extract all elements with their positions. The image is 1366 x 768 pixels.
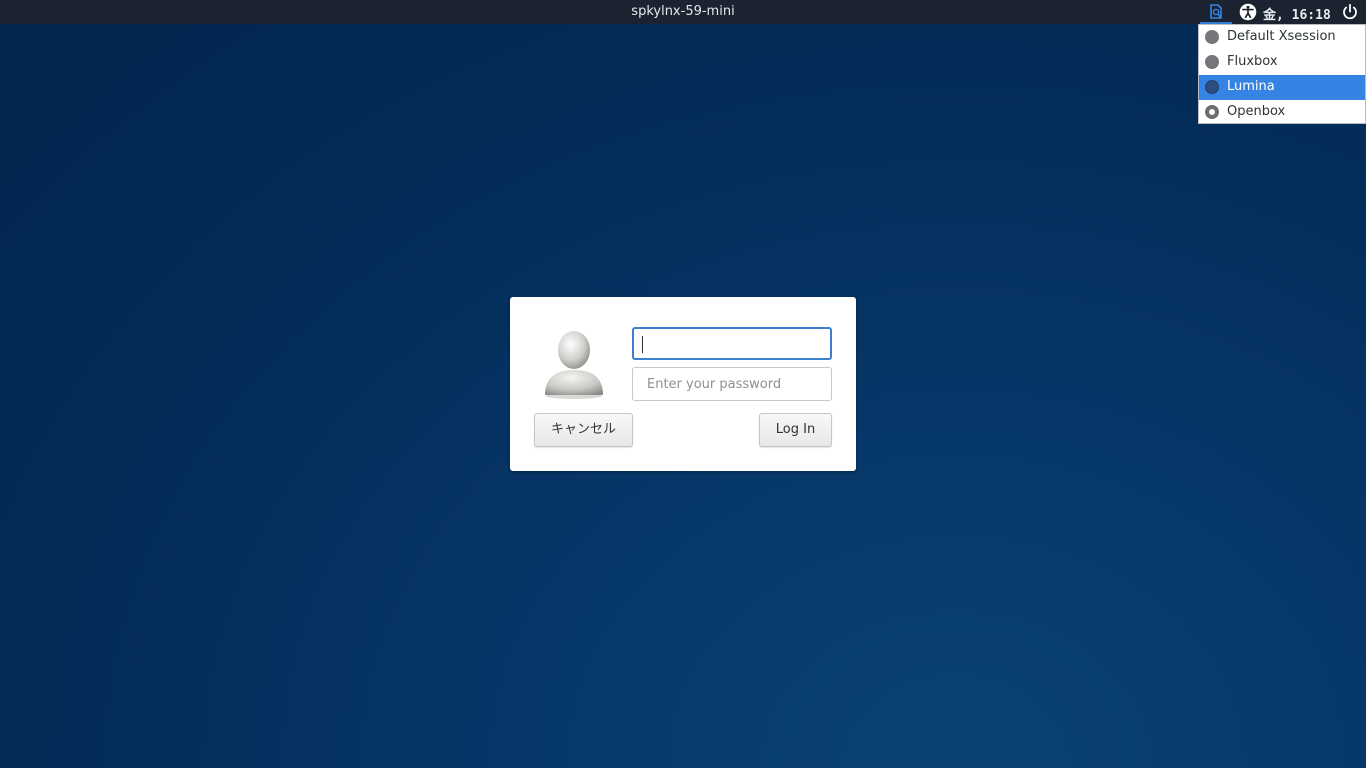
cancel-button[interactable]: キャンセル bbox=[534, 413, 633, 447]
session-item-label: Fluxbox bbox=[1227, 54, 1278, 69]
radio-icon bbox=[1205, 30, 1219, 44]
password-input[interactable]: Enter your password bbox=[632, 367, 832, 401]
top-panel: spkylnx-59-mini 金, 16:18 bbox=[0, 0, 1366, 24]
radio-selected-icon bbox=[1205, 105, 1219, 119]
session-menu: Default Xsession Fluxbox Lumina Openbox bbox=[1198, 24, 1366, 124]
session-item-label: Default Xsession bbox=[1227, 29, 1336, 44]
session-indicator-button[interactable] bbox=[1200, 0, 1232, 24]
session-item-label: Openbox bbox=[1227, 104, 1286, 119]
session-item-default-xsession[interactable]: Default Xsession bbox=[1199, 25, 1365, 50]
session-item-fluxbox[interactable]: Fluxbox bbox=[1199, 50, 1365, 75]
radio-icon bbox=[1205, 80, 1219, 94]
radio-icon bbox=[1205, 55, 1219, 69]
username-input[interactable] bbox=[632, 327, 832, 360]
session-item-lumina[interactable]: Lumina bbox=[1199, 75, 1365, 100]
session-item-label: Lumina bbox=[1227, 79, 1275, 94]
power-icon[interactable] bbox=[1341, 3, 1359, 21]
login-dialog: Enter your password キャンセル Log In bbox=[510, 297, 856, 471]
user-avatar-icon bbox=[545, 331, 603, 399]
login-button[interactable]: Log In bbox=[759, 413, 832, 447]
clock[interactable]: 金, 16:18 bbox=[1263, 4, 1331, 23]
text-caret bbox=[642, 336, 643, 353]
session-icon bbox=[1210, 4, 1222, 19]
password-placeholder: Enter your password bbox=[647, 377, 782, 392]
accessibility-icon[interactable] bbox=[1239, 3, 1257, 21]
session-item-openbox[interactable]: Openbox bbox=[1199, 100, 1365, 125]
hostname-label: spkylnx-59-mini bbox=[631, 4, 735, 19]
